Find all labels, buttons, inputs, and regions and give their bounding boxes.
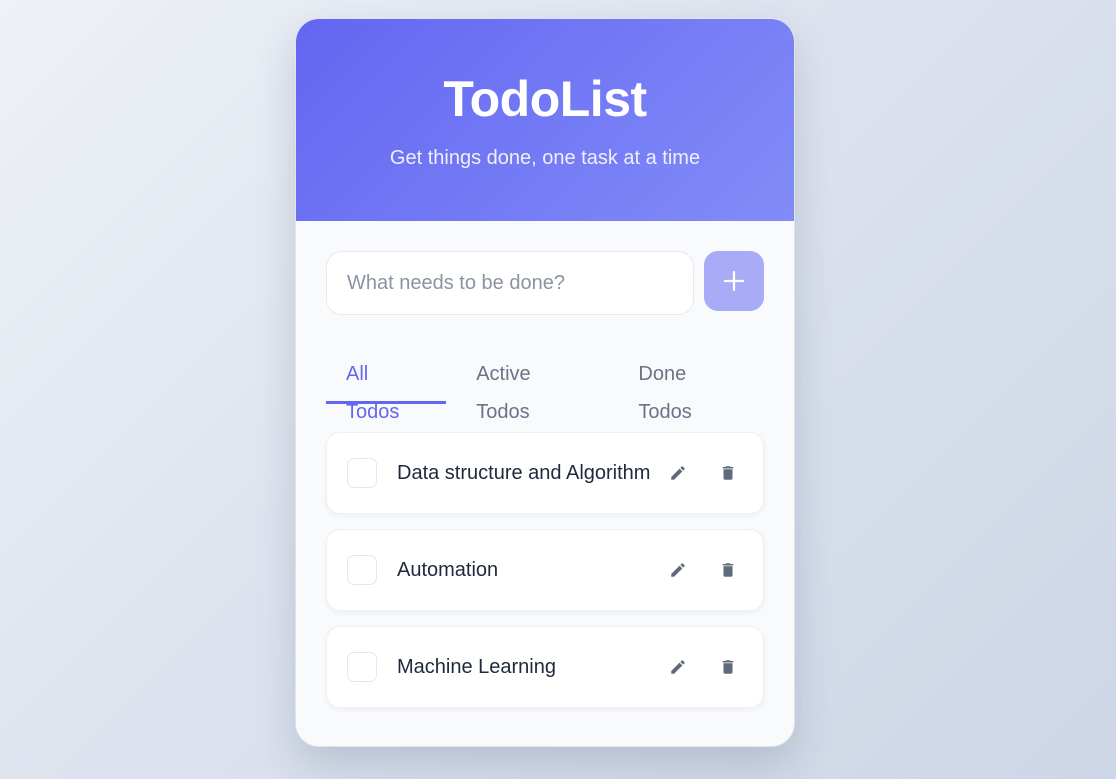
- add-todo-button[interactable]: [704, 251, 764, 311]
- todo-item: Machine Learning: [326, 626, 764, 708]
- plus-icon: [724, 270, 745, 292]
- app-title: TodoList: [443, 71, 647, 127]
- trash-icon: [722, 466, 734, 480]
- new-todo-input[interactable]: [326, 251, 695, 315]
- todo-text: Data structure and Algorithm: [397, 461, 651, 484]
- todo-item: Automation: [326, 529, 764, 611]
- edit-todo-button[interactable]: [663, 555, 693, 585]
- todo-list: Data structure and Algorithm Automation: [326, 432, 764, 708]
- app-subtitle: Get things done, one task at a time: [389, 147, 701, 169]
- todo-checkbox[interactable]: [347, 555, 377, 585]
- delete-todo-button[interactable]: [713, 555, 743, 585]
- todo-card: TodoList Get things done, one task at a …: [295, 18, 795, 747]
- tab-active-todos[interactable]: Active Todos: [456, 355, 608, 423]
- edit-todo-button[interactable]: [663, 652, 693, 682]
- filter-tabs: All Todos Active Todos Done Todos: [326, 355, 764, 423]
- add-todo-row: [326, 251, 764, 315]
- delete-todo-button[interactable]: [713, 458, 743, 488]
- tab-all-todos[interactable]: All Todos: [326, 355, 447, 423]
- tab-done-todos[interactable]: Done Todos: [618, 355, 764, 423]
- todo-checkbox[interactable]: [347, 458, 377, 488]
- trash-icon: [722, 660, 734, 674]
- todo-item: Data structure and Algorithm: [326, 432, 764, 514]
- todo-checkbox[interactable]: [347, 652, 377, 682]
- header: TodoList Get things done, one task at a …: [296, 19, 794, 221]
- main: All Todos Active Todos Done Todos Data s…: [296, 221, 794, 708]
- pencil-icon: [671, 563, 685, 577]
- pencil-icon: [671, 466, 685, 480]
- edit-todo-button[interactable]: [663, 458, 693, 488]
- todo-text: Automation: [397, 558, 499, 581]
- pencil-icon: [671, 660, 685, 674]
- todo-text: Machine Learning: [397, 655, 556, 678]
- delete-todo-button[interactable]: [713, 652, 743, 682]
- trash-icon: [722, 563, 734, 577]
